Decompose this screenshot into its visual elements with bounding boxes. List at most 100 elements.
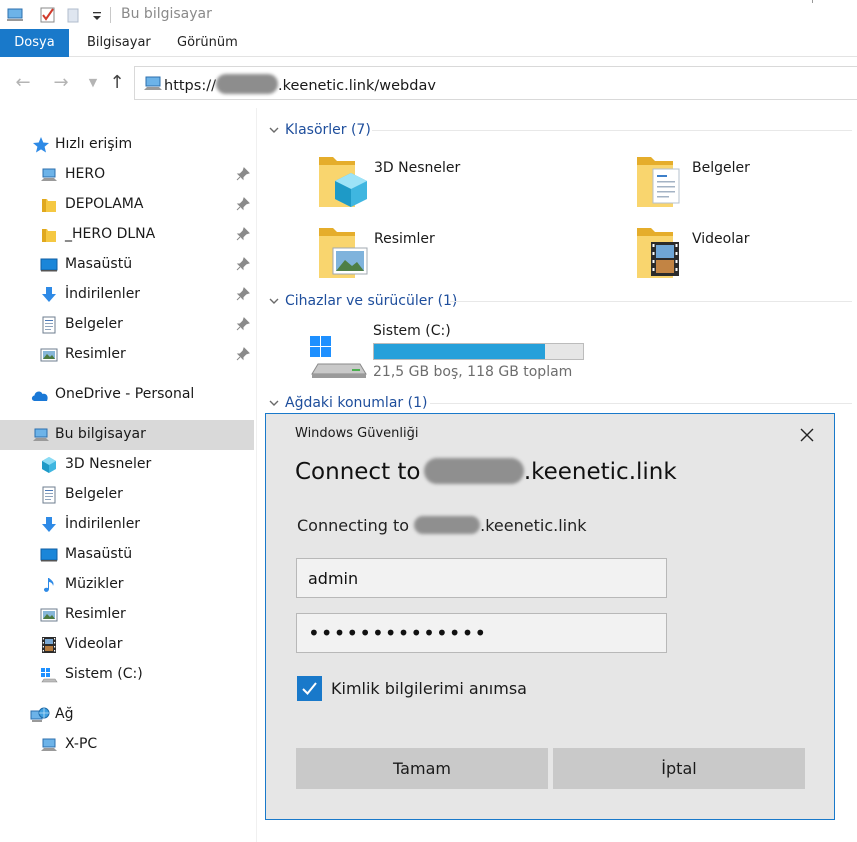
recent-locations-chevron-icon[interactable]: ▼ — [82, 72, 104, 94]
pin-icon[interactable] — [236, 287, 250, 301]
window-corner — [812, 0, 813, 3]
network-globe-icon — [30, 707, 50, 722]
group-header-devices[interactable]: Cihazlar ve sürücüler (1) — [268, 293, 457, 309]
nav-item-system-drive[interactable]: Sistem (C:) — [0, 660, 254, 690]
nav-item-desktop[interactable]: Masaüstü — [0, 250, 254, 280]
folder-tile-3d-objects[interactable]: 3D Nesneler — [310, 150, 560, 210]
picture-icon — [40, 348, 58, 362]
forward-arrow-icon[interactable]: → — [50, 72, 72, 94]
nav-item-hero-dlna[interactable]: _HERO DLNA — [0, 220, 254, 250]
nav-item-x-pc[interactable]: X-PC — [0, 730, 254, 760]
redacted-host — [414, 516, 481, 534]
nav-label: Bu bilgisayar — [55, 426, 146, 442]
close-icon[interactable] — [798, 426, 816, 444]
nav-label: Ağ — [55, 706, 74, 722]
nav-label: HERO — [65, 166, 106, 182]
group-header-folders[interactable]: Klasörler (7) — [268, 122, 371, 138]
dialog-title-prefix: Connect to — [295, 459, 428, 485]
username-field[interactable] — [296, 558, 667, 598]
onedrive-cloud-icon — [31, 391, 48, 401]
nav-item-desktop-pc[interactable]: Masaüstü — [0, 540, 254, 570]
address-bar[interactable]: https:// .keenetic.link/webdav — [134, 66, 857, 100]
tab-view[interactable]: Görünüm — [177, 29, 238, 57]
cancel-button[interactable]: İptal — [553, 748, 805, 789]
tab-computer[interactable]: Bilgisayar — [87, 29, 151, 57]
music-note-icon — [43, 578, 54, 592]
checkmark-icon — [302, 682, 317, 695]
nav-label: Videolar — [65, 636, 123, 652]
pin-icon[interactable] — [236, 227, 250, 241]
ribbon-tabs: Dosya Bilgisayar Görünüm — [0, 29, 857, 57]
dialog-title: Connect to .keenetic.link — [295, 458, 677, 485]
this-pc-icon — [33, 428, 49, 441]
pane-divider[interactable] — [256, 108, 257, 842]
folder-tile-pictures[interactable]: Resimler — [310, 221, 560, 281]
customize-toolbar-chevron-icon[interactable] — [88, 6, 106, 24]
folder-pictures-icon — [319, 228, 368, 278]
group-header-network-locations[interactable]: Ağdaki konumlar (1) — [268, 395, 427, 411]
folder-label: Resimler — [374, 231, 435, 247]
desktop-icon — [40, 548, 58, 562]
nav-label: Müzikler — [65, 576, 124, 592]
group-divider — [372, 130, 852, 131]
up-arrow-icon[interactable]: ↑ — [106, 72, 128, 94]
pin-icon[interactable] — [236, 317, 250, 331]
pin-icon[interactable] — [236, 167, 250, 181]
nav-quick-access[interactable]: Hızlı erişim — [0, 130, 254, 160]
pin-icon[interactable] — [236, 347, 250, 361]
pin-icon[interactable] — [236, 257, 250, 271]
pin-icon[interactable] — [236, 197, 250, 211]
this-pc-icon — [7, 8, 23, 21]
nav-label: OneDrive - Personal — [55, 386, 195, 402]
nav-network[interactable]: Ağ — [0, 700, 254, 730]
nav-item-documents-pc[interactable]: Belgeler — [0, 480, 254, 510]
nav-label: Masaüstü — [65, 546, 133, 562]
chevron-down-icon — [269, 127, 279, 133]
nav-item-3d-objects[interactable]: 3D Nesneler — [0, 450, 254, 480]
new-folder-icon[interactable] — [64, 6, 82, 24]
group-title: Ağdaki konumlar (1) — [285, 395, 428, 411]
password-field[interactable] — [296, 613, 667, 653]
nav-item-depolama[interactable]: DEPOLAMA — [0, 190, 254, 220]
nav-item-videos[interactable]: Videolar — [0, 630, 254, 660]
chevron-down-icon — [269, 400, 279, 406]
desktop-icon — [40, 258, 58, 272]
nav-label: _HERO DLNA — [65, 226, 156, 242]
group-divider — [430, 403, 852, 404]
nav-item-downloads[interactable]: İndirilenler — [0, 280, 254, 310]
drive-free-space: 21,5 GB boş, 118 GB toplam — [373, 364, 573, 380]
redacted-host — [215, 74, 278, 94]
folder-tile-documents[interactable]: Belgeler — [628, 150, 848, 210]
nav-item-pictures-pc[interactable]: Resimler — [0, 600, 254, 630]
nav-label: Resimler — [65, 606, 126, 622]
back-arrow-icon[interactable]: ← — [12, 72, 34, 94]
address-suffix: .keenetic.link/webdav — [277, 78, 436, 94]
download-arrow-icon — [42, 517, 56, 532]
nav-item-documents[interactable]: Belgeler — [0, 310, 254, 340]
title-bar: Bu bilgisayar — [0, 0, 857, 30]
tab-file[interactable]: Dosya — [0, 29, 69, 57]
dialog-title-suffix: .keenetic.link — [523, 459, 677, 485]
nav-label: İndirilenler — [65, 516, 141, 532]
nav-onedrive[interactable]: OneDrive - Personal — [0, 380, 254, 410]
nav-item-pictures[interactable]: Resimler — [0, 340, 254, 370]
nav-label: DEPOLAMA — [65, 196, 144, 212]
nav-label: X-PC — [65, 736, 98, 752]
nav-item-hero[interactable]: HERO — [0, 160, 254, 190]
folder-icon — [42, 199, 56, 212]
ok-button[interactable]: Tamam — [296, 748, 548, 789]
dialog-subtitle: Connecting to .keenetic.link — [297, 516, 587, 535]
nav-item-downloads-pc[interactable]: İndirilenler — [0, 510, 254, 540]
nav-this-pc[interactable]: Bu bilgisayar — [0, 420, 254, 450]
dialog-subtitle-prefix: Connecting to — [297, 516, 415, 535]
nav-item-music[interactable]: Müzikler — [0, 570, 254, 600]
nav-label: İndirilenler — [65, 286, 141, 302]
nav-label: Belgeler — [65, 316, 123, 332]
this-pc-icon — [144, 76, 162, 90]
folder-icon — [42, 229, 56, 242]
window-title: Bu bilgisayar — [121, 6, 212, 22]
folder-tile-videos[interactable]: Videolar — [628, 221, 848, 281]
remember-credentials-checkbox[interactable] — [297, 676, 322, 701]
document-icon — [42, 486, 56, 504]
properties-check-icon[interactable] — [39, 6, 57, 24]
